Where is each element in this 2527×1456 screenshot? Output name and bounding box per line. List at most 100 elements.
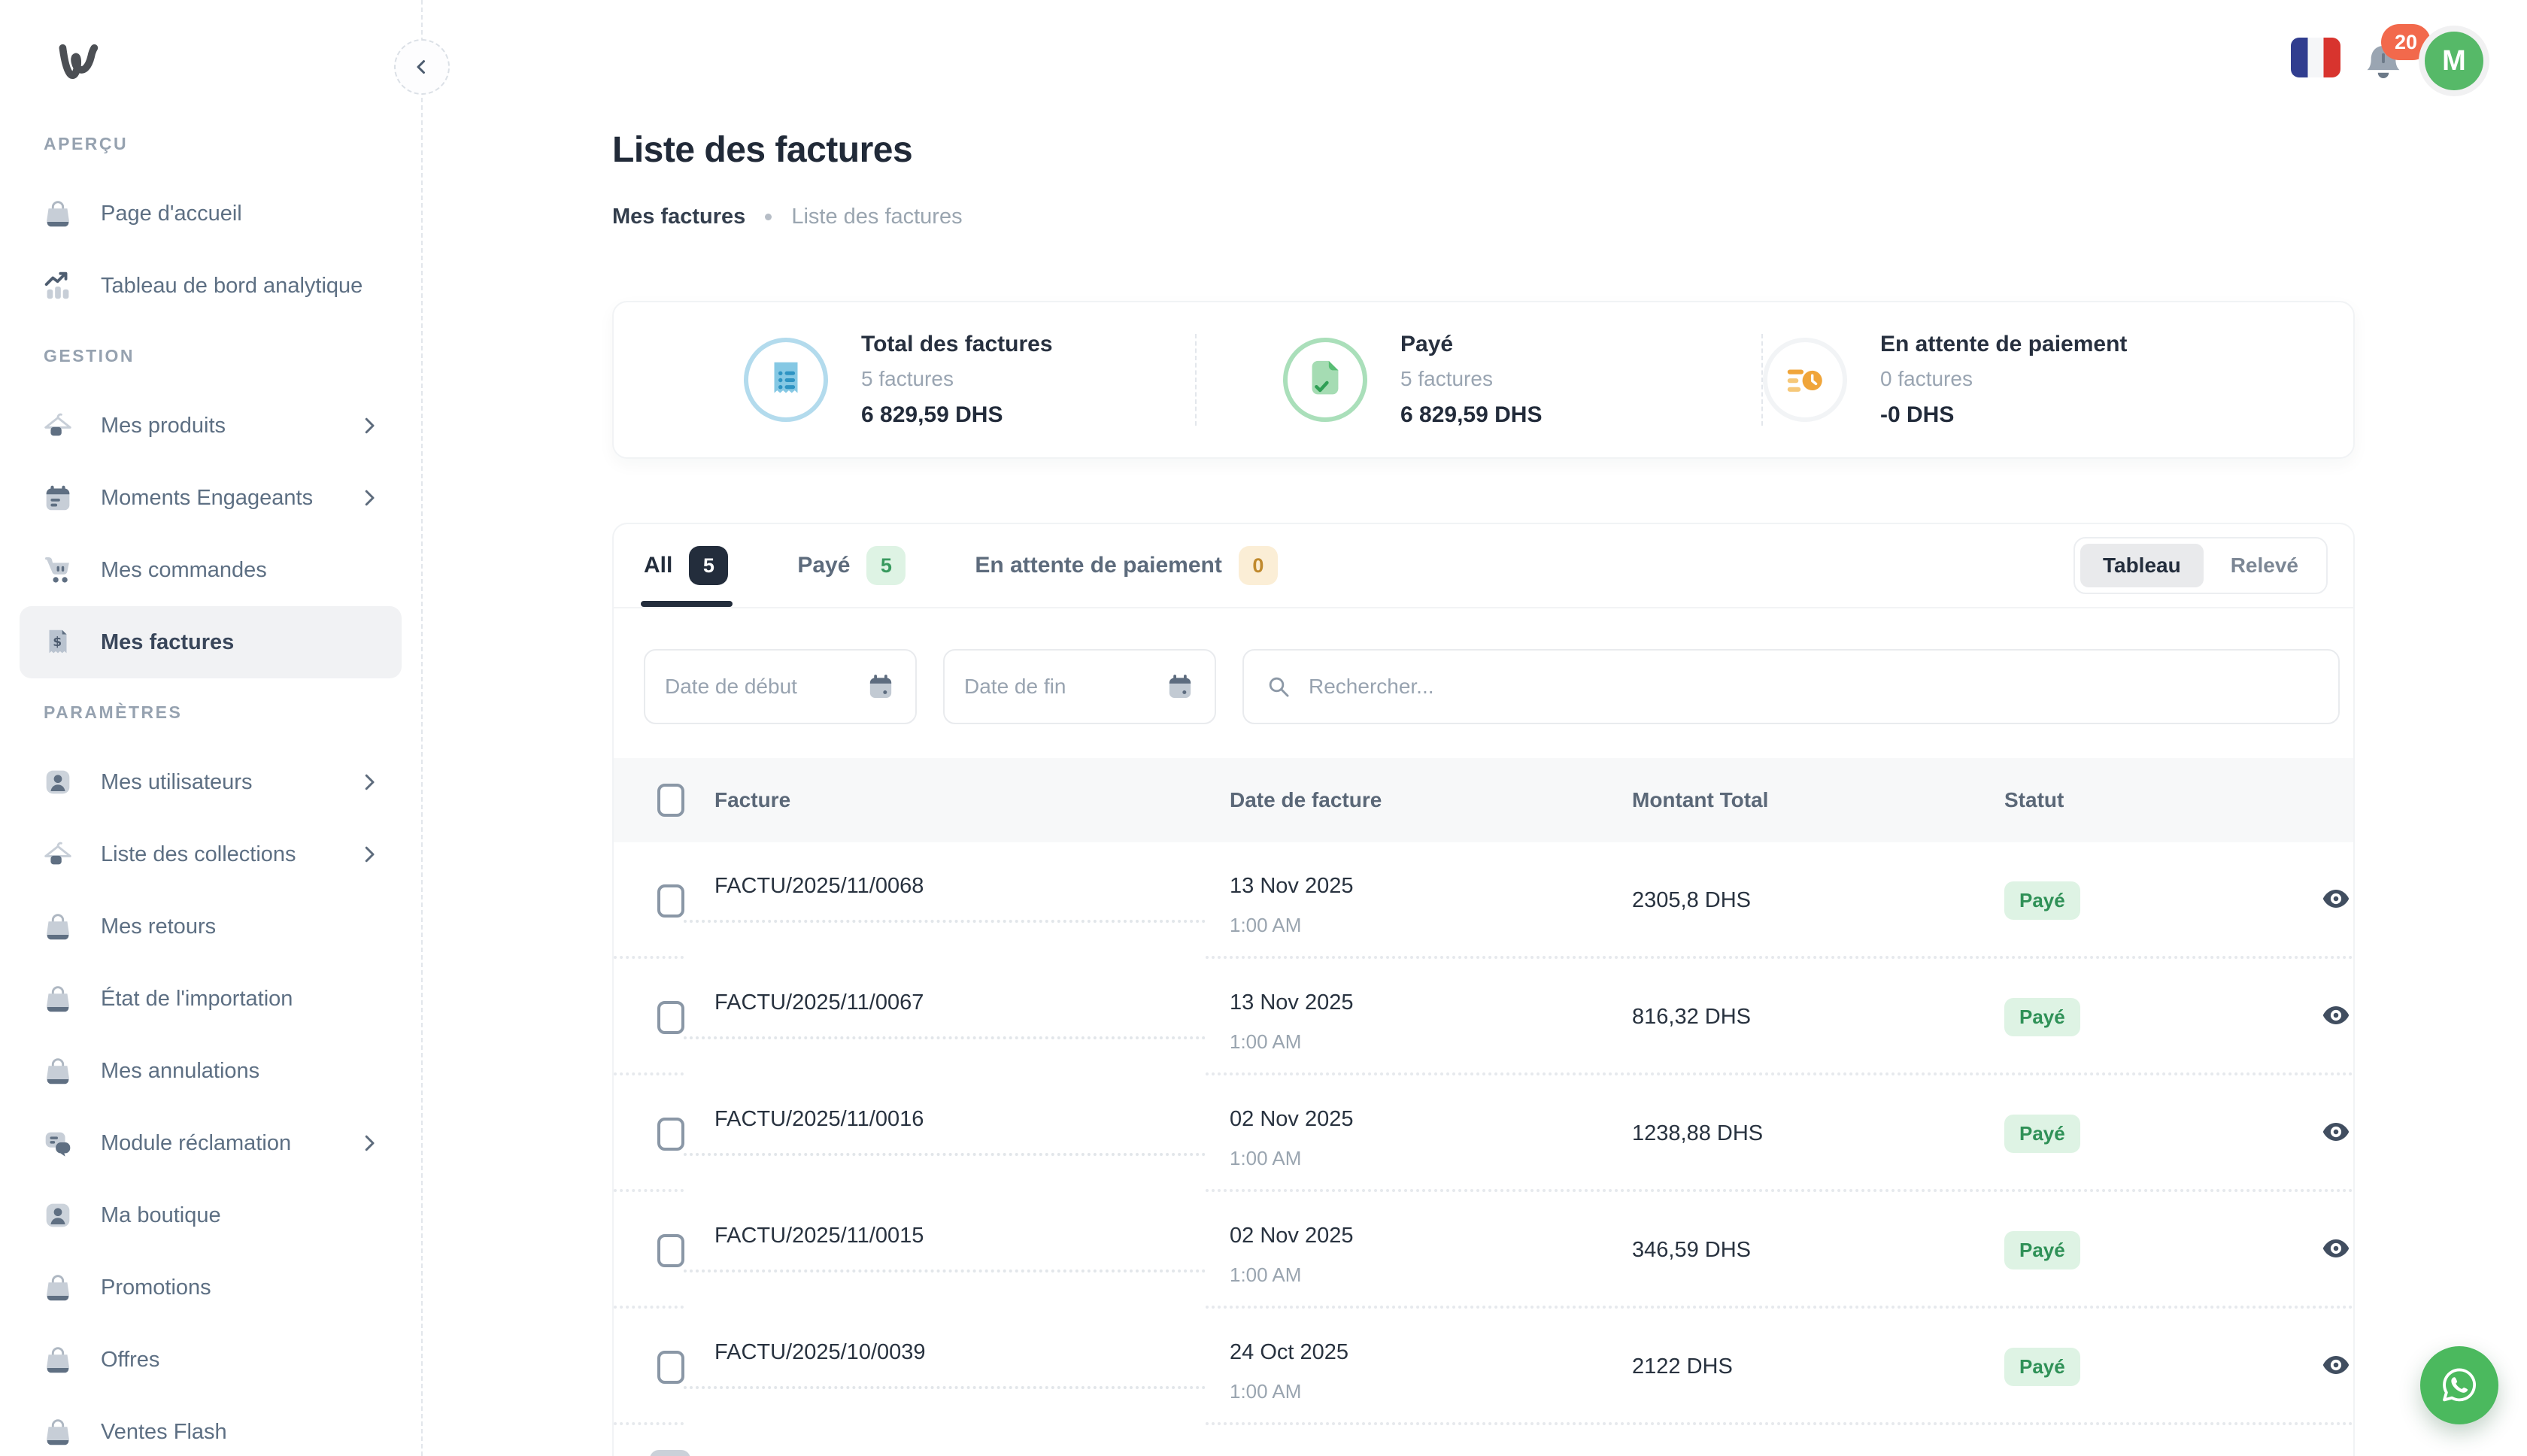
view-invoice-button[interactable] xyxy=(2315,842,2355,959)
end-date-field[interactable] xyxy=(943,649,1216,724)
sidebar: APERÇU Page d'accueil Tableau de bord anal… xyxy=(0,0,423,1456)
tab-paye[interactable]: Payé5 xyxy=(797,524,906,607)
chevron-right-icon xyxy=(358,1132,381,1154)
stat-text: Total des factures5 factures6 829,59 DHS xyxy=(861,332,1053,428)
sidebar-section-label: APERÇU xyxy=(0,110,421,177)
search-input[interactable] xyxy=(1309,675,2319,699)
row-checkbox[interactable] xyxy=(657,1118,684,1151)
end-date-input[interactable] xyxy=(964,675,1165,699)
row-checkbox[interactable] xyxy=(657,1001,684,1034)
sidebar-item-tableau-de-bord-analytique[interactable]: Tableau de bord analytique xyxy=(20,250,402,322)
view-invoice-button[interactable] xyxy=(2315,959,2355,1075)
sidebar-item-module-reclamation[interactable]: Module réclamation xyxy=(20,1107,402,1179)
column-header-montant[interactable]: Montant Total xyxy=(1632,788,2004,812)
sidebar-item-mes-commandes[interactable]: Mes commandes xyxy=(20,534,402,606)
breadcrumb-current: Liste des factures xyxy=(791,205,962,229)
invoice-number[interactable]: FACTU/2025/11/0067 xyxy=(714,959,1230,1075)
tab-label: All xyxy=(644,553,672,578)
column-header-date[interactable]: Date de facture xyxy=(1230,788,1632,812)
sidebar-item-label: Offres xyxy=(101,1348,381,1373)
stat-count: 5 factures xyxy=(861,367,1053,391)
invoice-number[interactable]: FACTU/2025/10/0039 xyxy=(714,1309,1230,1425)
sidebar-item-ma-boutique[interactable]: Ma boutique xyxy=(20,1179,402,1251)
start-date-input[interactable] xyxy=(665,675,866,699)
view-invoice-button[interactable] xyxy=(2315,1192,2355,1309)
breadcrumb-parent[interactable]: Mes factures xyxy=(612,205,745,229)
invoices-panel: All5 Payé5 En attente de paiement 0 Tableau… xyxy=(612,523,2355,1456)
invoice-amount: 2122 DHS xyxy=(1632,1309,2004,1425)
sidebar-item-label: Mes factures xyxy=(101,630,381,655)
select-all-checkbox[interactable] xyxy=(657,784,684,817)
list-clock-orange-icon xyxy=(1763,338,1847,422)
chart-icon xyxy=(41,268,75,303)
chevron-right-icon xyxy=(358,771,381,793)
row-checkbox[interactable] xyxy=(657,884,684,918)
invoice-date: 13 Nov 2025 xyxy=(1230,990,1632,1015)
breadcrumb-separator xyxy=(765,214,772,220)
sidebar-item-promotions[interactable]: Promotions xyxy=(20,1251,402,1324)
bag-icon xyxy=(41,1342,75,1377)
sidebar-item-liste-des-collections[interactable]: Liste des collections xyxy=(20,818,402,890)
user-avatar[interactable]: M xyxy=(2425,32,2483,90)
invoice-number[interactable]: FACTU/2025/11/0015 xyxy=(714,1192,1230,1309)
bag-icon xyxy=(41,196,75,231)
sidebar-item-mes-utilisateurs[interactable]: Mes utilisateurs xyxy=(20,746,402,818)
table-row: FACTU/2025/11/006713 Nov 20251:00 AM816,… xyxy=(614,959,2353,1075)
row-checkbox[interactable] xyxy=(657,1351,684,1384)
row-checkbox[interactable] xyxy=(650,1450,690,1456)
view-invoice-button[interactable] xyxy=(2315,1309,2355,1425)
brand-logo-icon[interactable] xyxy=(59,41,101,86)
tab-all[interactable]: All5 xyxy=(644,524,728,607)
search-field[interactable] xyxy=(1242,649,2340,724)
row-checkbox[interactable] xyxy=(657,1234,684,1267)
sidebar-item-moments-engageants[interactable]: Moments Engageants xyxy=(20,462,402,534)
tab-label: En attente de paiement xyxy=(975,553,1221,578)
view-toggle-releve[interactable]: Relevé xyxy=(2208,544,2321,587)
calendar-icon[interactable] xyxy=(866,672,896,702)
chevron-right-icon xyxy=(358,414,381,437)
invoice-amount: 2305,8 DHS xyxy=(1632,842,2004,959)
sidebar-collapse-button[interactable] xyxy=(394,39,450,95)
status-badge: Payé xyxy=(2004,881,2080,920)
sidebar-item-label: Page d'accueil xyxy=(101,202,381,226)
sidebar-item-page-d-accueil[interactable]: Page d'accueil xyxy=(20,177,402,250)
breadcrumb: Mes factures Liste des factures xyxy=(612,205,963,229)
invoice-number[interactable]: FACTU/2025/11/0016 xyxy=(714,1075,1230,1192)
calendar-icon[interactable] xyxy=(1165,672,1195,702)
column-header-statut[interactable]: Statut xyxy=(2004,788,2315,812)
status-badge: Payé xyxy=(2004,998,2080,1036)
table-row: FACTU/2025/10/003924 Oct 20251:00 AM2122… xyxy=(614,1309,2353,1425)
stat-count: 0 factures xyxy=(1880,367,2127,391)
notifications-button[interactable]: 20 xyxy=(2362,33,2410,86)
page-title: Liste des factures xyxy=(612,129,912,171)
bag-icon xyxy=(41,1415,75,1449)
invoice-date: 02 Nov 2025 xyxy=(1230,1224,1632,1248)
table-body: FACTU/2025/11/006813 Nov 20251:00 AM2305… xyxy=(614,842,2353,1425)
invoice-date: 02 Nov 2025 xyxy=(1230,1107,1632,1132)
invoice-amount: 816,32 DHS xyxy=(1632,959,2004,1075)
language-flag-icon[interactable] xyxy=(2291,38,2340,77)
sidebar-nav: APERÇU Page d'accueil Tableau de bord anal… xyxy=(0,110,421,1456)
column-header-facture[interactable]: Facture xyxy=(714,788,1230,812)
view-toggle-tableau[interactable]: Tableau xyxy=(2080,544,2204,587)
sidebar-item-etat-de-l-importation[interactable]: État de l'importation xyxy=(20,963,402,1035)
sidebar-item-mes-retours[interactable]: Mes retours xyxy=(20,890,402,963)
sidebar-item-offres[interactable]: Offres xyxy=(20,1324,402,1396)
bag-icon xyxy=(41,1054,75,1088)
sidebar-item-mes-annulations[interactable]: Mes annulations xyxy=(20,1035,402,1107)
app-root: APERÇU Page d'accueil Tableau de bord anal… xyxy=(0,0,2527,1456)
sidebar-item-mes-factures[interactable]: $Mes factures xyxy=(20,606,402,678)
tab-en-attente-de-paiement[interactable]: En attente de paiement 0 xyxy=(975,524,1277,607)
sidebar-item-mes-produits[interactable]: Mes produits xyxy=(20,390,402,462)
whatsapp-button[interactable] xyxy=(2420,1346,2498,1424)
sidebar-item-label: Moments Engageants xyxy=(101,486,332,511)
invoice-date: 24 Oct 2025 xyxy=(1230,1340,1632,1365)
sidebar-item-label: Module réclamation xyxy=(101,1131,332,1156)
stat-amount: 6 829,59 DHS xyxy=(1400,402,1542,428)
view-invoice-button[interactable] xyxy=(2315,1075,2355,1192)
chevron-left-icon xyxy=(411,56,433,78)
start-date-field[interactable] xyxy=(644,649,917,724)
tab-count-badge: 0 xyxy=(1239,546,1278,585)
sidebar-item-ventes-flash[interactable]: Ventes Flash xyxy=(20,1396,402,1456)
invoice-number[interactable]: FACTU/2025/11/0068 xyxy=(714,842,1230,959)
